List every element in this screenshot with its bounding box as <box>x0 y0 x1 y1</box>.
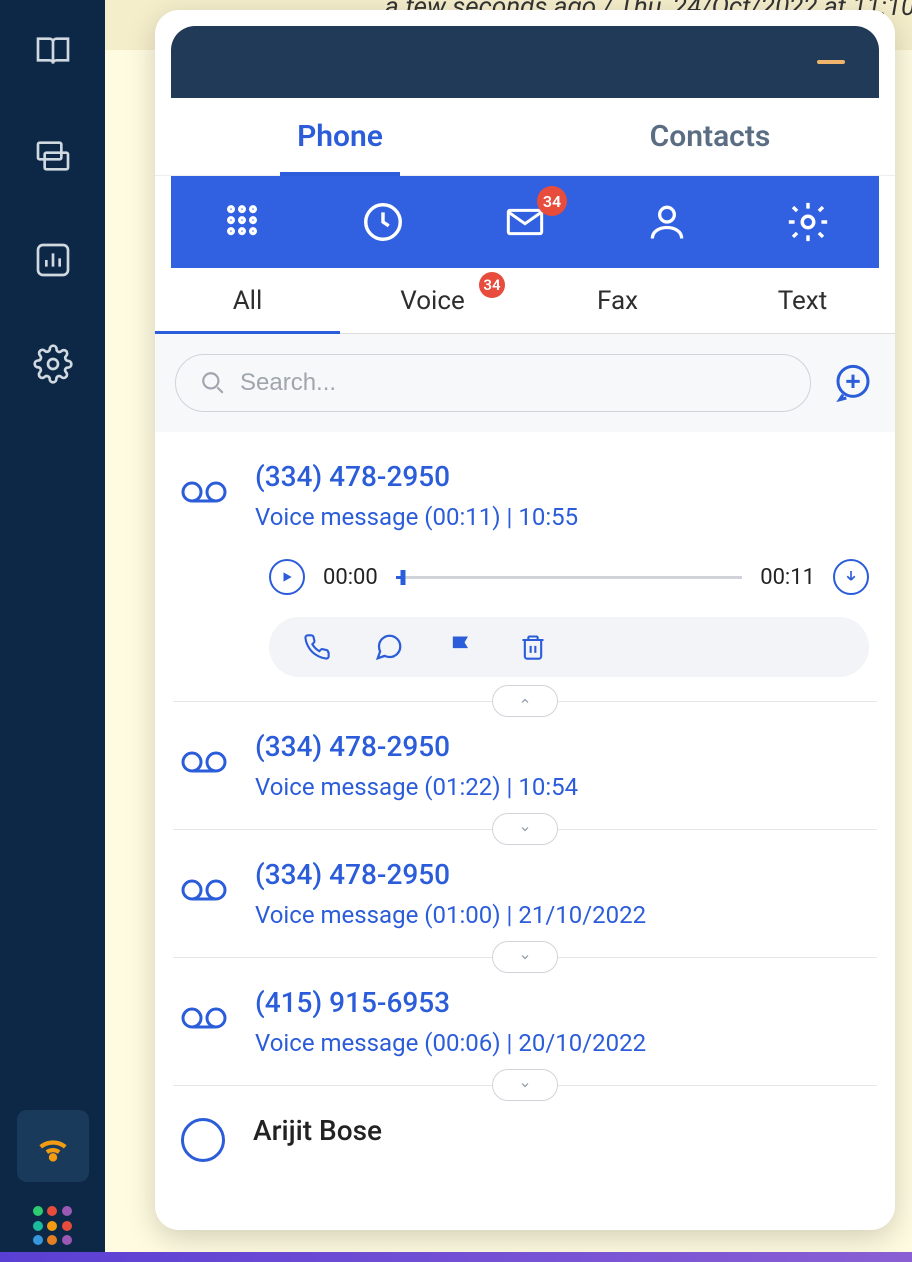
voicemail-icon <box>181 876 227 904</box>
voicemail-icon <box>181 478 227 506</box>
search-box[interactable] <box>175 354 811 412</box>
message-item[interactable]: (334) 478-2950 Voice message (01:22) | 1… <box>173 702 877 830</box>
apps-grid-button[interactable] <box>33 1206 73 1246</box>
messages-icon[interactable]: 34 <box>495 192 555 252</box>
player-current-time: 00:00 <box>323 565 378 590</box>
message-item[interactable]: (334) 478-2950 Voice message (01:00) | 2… <box>173 830 877 958</box>
filter-tabs: All Voice 34 Fax Text <box>155 268 895 334</box>
search-input[interactable] <box>240 369 786 397</box>
message-item[interactable]: (415) 915-6953 Voice message (00:06) | 2… <box>173 958 877 1086</box>
nav-chat-icon[interactable] <box>23 126 83 186</box>
search-row <box>155 334 895 432</box>
tab-contacts[interactable]: Contacts <box>525 98 895 175</box>
contact-avatar-icon <box>181 1118 225 1162</box>
message-action-bar <box>269 617 869 677</box>
message-number: (415) 915-6953 <box>255 986 869 1019</box>
player-progress[interactable] <box>396 576 742 579</box>
play-button[interactable] <box>269 559 305 595</box>
softphone-panel: Phone Contacts 34 All Voice 34 <box>155 10 895 1230</box>
main-tabs: Phone Contacts <box>155 98 895 176</box>
message-meta: Voice message (00:11) | 10:55 <box>255 503 869 531</box>
nav-settings-icon[interactable] <box>23 334 83 394</box>
filter-tab-voice[interactable]: Voice 34 <box>340 268 525 333</box>
voice-badge: 34 <box>479 272 505 298</box>
tab-phone[interactable]: Phone <box>155 98 525 175</box>
filter-tab-fax[interactable]: Fax <box>525 268 710 333</box>
delete-button[interactable] <box>517 631 549 663</box>
messages-badge: 34 <box>537 186 567 216</box>
minimize-button[interactable] <box>817 60 845 64</box>
message-number: (334) 478-2950 <box>255 858 869 891</box>
contacts-icon[interactable] <box>637 192 697 252</box>
message-meta: Voice message (01:22) | 10:54 <box>255 773 869 801</box>
bottom-bar <box>0 1252 912 1262</box>
nav-book-icon[interactable] <box>23 22 83 82</box>
collapse-chevron-up-icon[interactable] <box>492 685 558 717</box>
player-duration: 00:11 <box>760 565 815 590</box>
expand-chevron-down-icon[interactable] <box>492 813 558 845</box>
message-number: (334) 478-2950 <box>255 730 869 763</box>
add-button[interactable] <box>831 361 875 405</box>
softphone-header <box>171 26 879 98</box>
expand-chevron-down-icon[interactable] <box>492 1069 558 1101</box>
filter-tab-text[interactable]: Text <box>710 268 895 333</box>
message-meta: Voice message (00:06) | 20/10/2022 <box>255 1029 869 1057</box>
download-button[interactable] <box>833 559 869 595</box>
message-meta: Voice message (01:00) | 21/10/2022 <box>255 901 869 929</box>
settings-icon[interactable] <box>778 192 838 252</box>
message-list: (334) 478-2950 Voice message (00:11) | 1… <box>155 432 895 1230</box>
call-back-button[interactable] <box>301 631 333 663</box>
search-icon <box>200 370 226 396</box>
dialpad-icon[interactable] <box>212 192 272 252</box>
text-back-button[interactable] <box>373 631 405 663</box>
filter-tab-all[interactable]: All <box>155 268 340 333</box>
wifi-status-button[interactable] <box>17 1110 89 1182</box>
voicemail-icon <box>181 748 227 776</box>
message-number: (334) 478-2950 <box>255 460 869 493</box>
player-section: 00:00 00:11 <box>173 559 877 701</box>
contact-name: Arijit Bose <box>253 1114 869 1147</box>
voicemail-icon <box>181 1004 227 1032</box>
nav-analytics-icon[interactable] <box>23 230 83 290</box>
phone-toolbar: 34 <box>171 176 879 268</box>
recents-icon[interactable] <box>353 192 413 252</box>
left-nav-rail <box>0 0 105 1262</box>
expand-chevron-down-icon[interactable] <box>492 941 558 973</box>
message-item[interactable]: (334) 478-2950 Voice message (00:11) | 1… <box>173 432 877 702</box>
flag-button[interactable] <box>445 631 477 663</box>
